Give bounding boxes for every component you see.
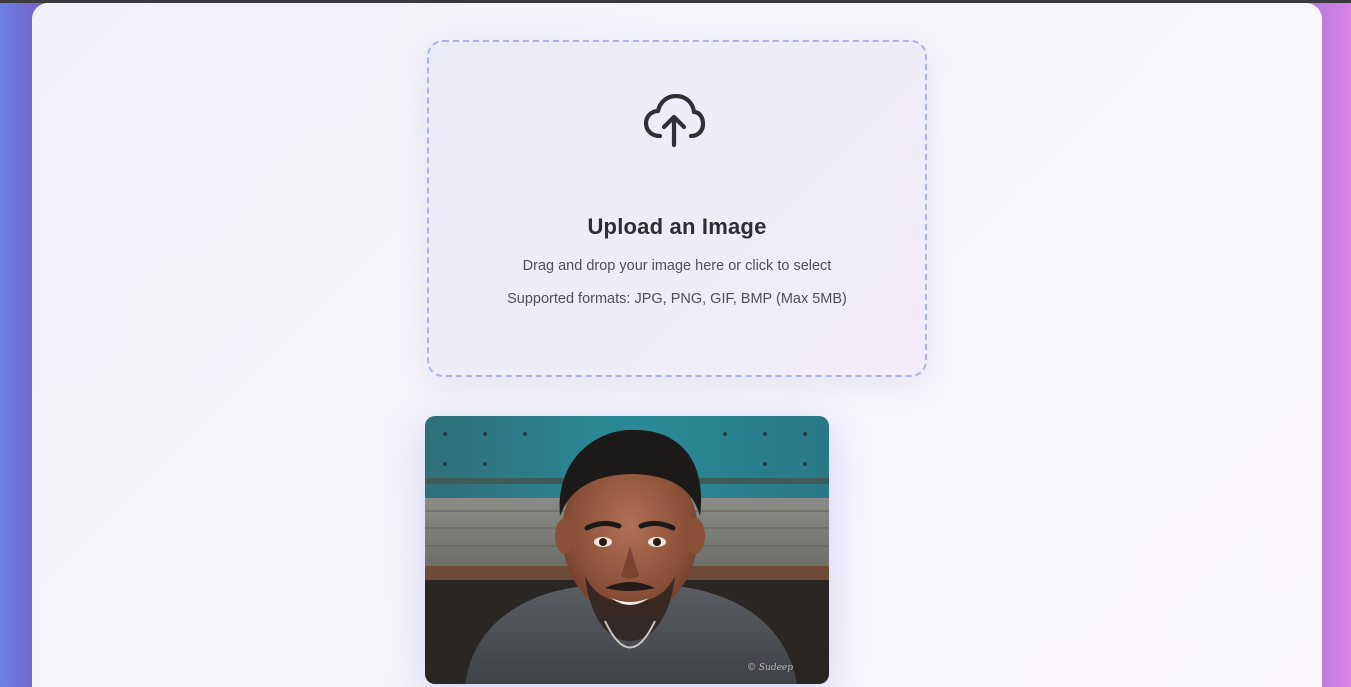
upload-dropzone[interactable]: Upload an Image Drag and drop your image… — [427, 40, 927, 377]
main-card: Upload an Image Drag and drop your image… — [32, 3, 1322, 687]
preview-image: © Sudeep — [425, 416, 829, 684]
upload-hint: Drag and drop your image here or click t… — [522, 258, 832, 274]
image-preview[interactable]: © Sudeep — [425, 416, 829, 684]
supported-formats: Supported formats: JPG, PNG, GIF, BMP (M… — [507, 291, 847, 307]
photo-watermark: © Sudeep — [747, 663, 793, 673]
cloud-upload-icon — [643, 94, 705, 148]
upload-title: Upload an Image — [587, 214, 767, 239]
